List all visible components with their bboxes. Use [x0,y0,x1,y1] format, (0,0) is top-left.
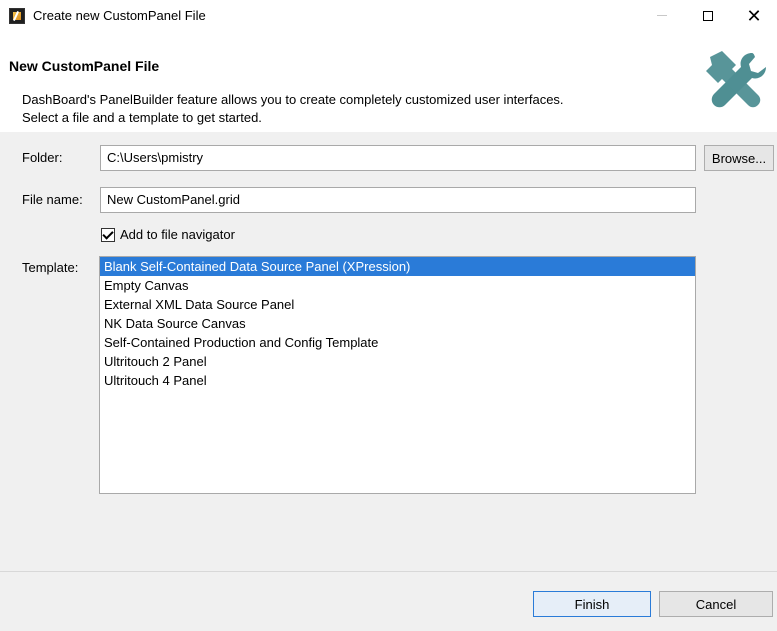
cancel-button[interactable]: Cancel [659,591,773,617]
page-description: DashBoard's PanelBuilder feature allows … [22,91,564,127]
close-icon: ✕ [746,5,762,26]
finish-button[interactable]: Finish [533,591,651,617]
page-title: New CustomPanel File [9,58,160,74]
folder-input[interactable]: C:\Users\pmistry [100,145,696,171]
window-title: Create new CustomPanel File [33,8,206,23]
template-list-item[interactable]: Self-Contained Production and Config Tem… [100,333,695,352]
template-list-item[interactable]: Empty Canvas [100,276,695,295]
dialog-body: Folder: C:\Users\pmistry Browse... File … [0,132,777,571]
template-list-item[interactable]: NK Data Source Canvas [100,314,695,333]
template-items: Blank Self-Contained Data Source Panel (… [100,257,695,390]
template-list-item[interactable]: External XML Data Source Panel [100,295,695,314]
description-line-1: DashBoard's PanelBuilder feature allows … [22,92,564,107]
template-list-item[interactable]: Ultritouch 4 Panel [100,371,695,390]
template-label: Template: [22,260,79,275]
minimize-button[interactable] [639,0,685,31]
header-banner: New CustomPanel File DashBoard's PanelBu… [0,31,777,133]
app-icon [9,8,25,24]
dialog-footer: Finish Cancel [0,571,777,631]
template-list[interactable]: Blank Self-Contained Data Source Panel (… [99,256,696,494]
file-name-input[interactable]: New CustomPanel.grid [100,187,696,213]
tools-icon [706,51,766,108]
add-to-navigator-checkbox[interactable] [101,228,115,242]
title-bar: Create new CustomPanel File ✕ [0,0,777,31]
close-button[interactable]: ✕ [731,0,777,31]
folder-label: Folder: [22,150,63,165]
add-to-navigator-label[interactable]: Add to file navigator [120,227,235,242]
file-name-label: File name: [22,192,83,207]
template-list-item[interactable]: Blank Self-Contained Data Source Panel (… [100,257,695,276]
maximize-icon [703,10,713,21]
minimize-icon [657,15,667,16]
description-line-2: Select a file and a template to get star… [22,110,262,125]
template-list-item[interactable]: Ultritouch 2 Panel [100,352,695,371]
maximize-button[interactable] [685,0,731,31]
browse-button[interactable]: Browse... [704,145,774,171]
